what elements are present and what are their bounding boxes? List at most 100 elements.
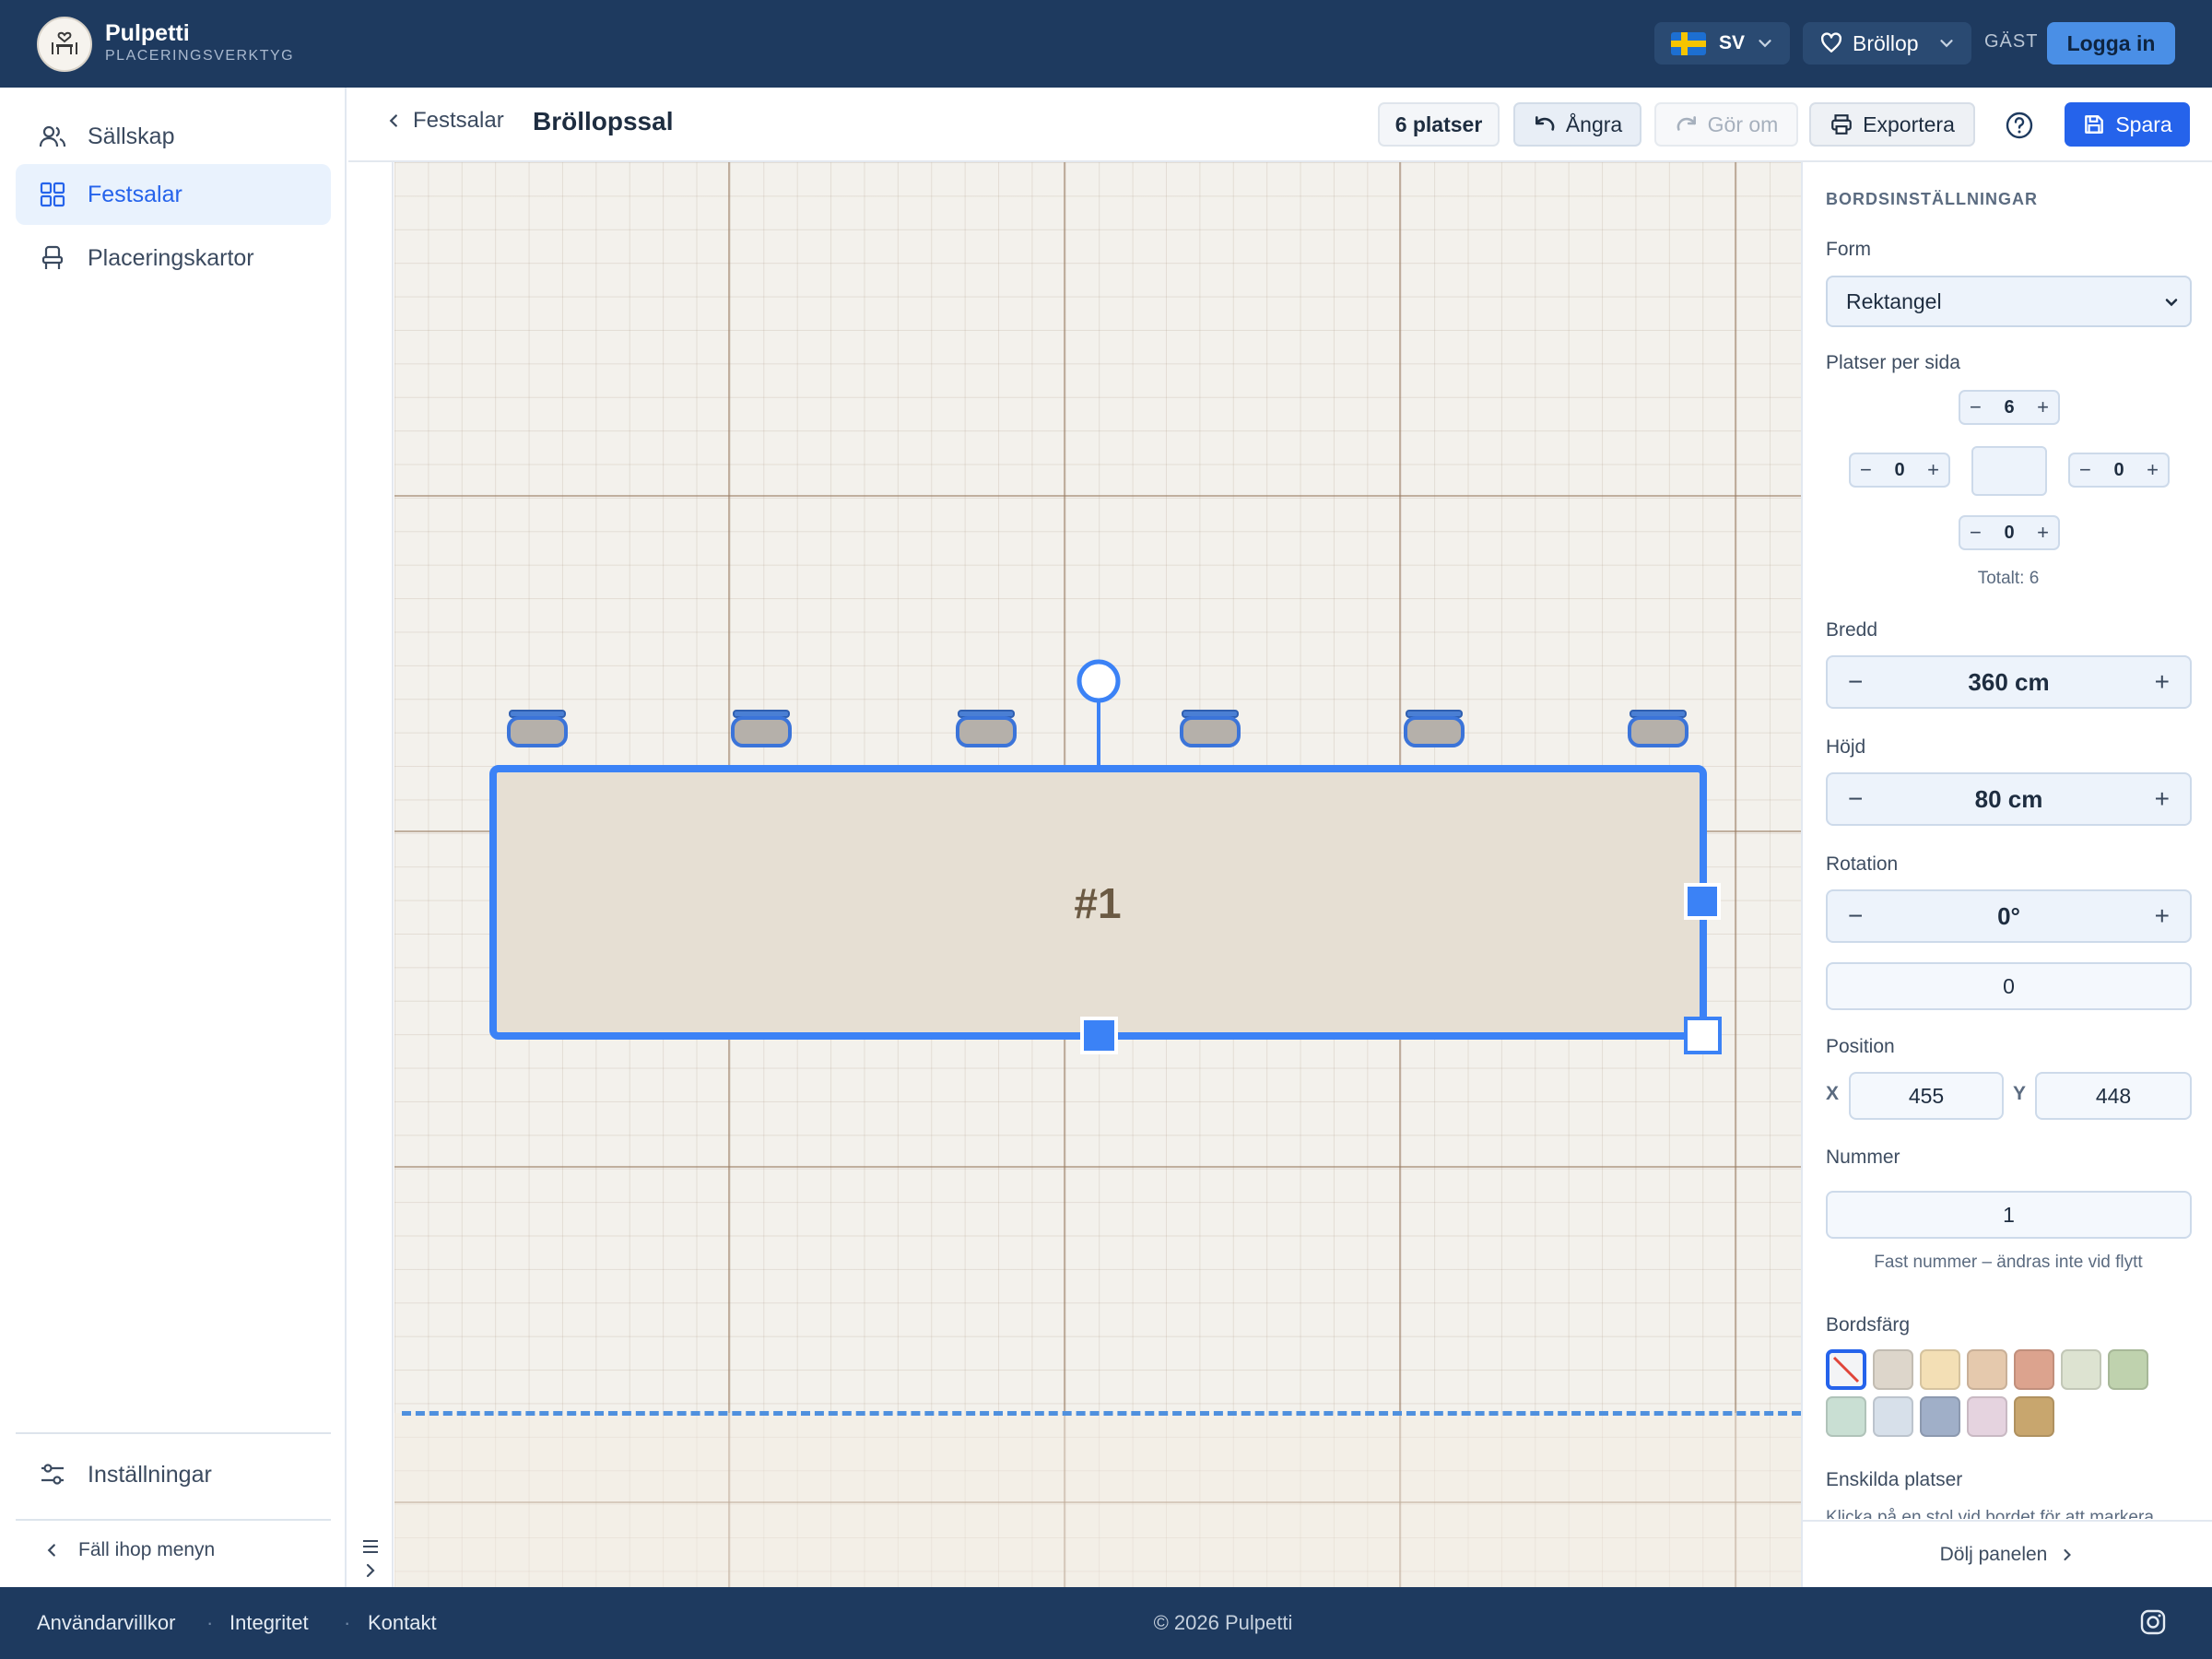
login-button[interactable]: Logga in xyxy=(2047,22,2175,65)
rotation-handle[interactable] xyxy=(1077,659,1121,703)
chevron-right-icon xyxy=(2064,1548,2072,1560)
decrement-icon[interactable]: − xyxy=(1970,395,1982,419)
chevron-down-icon xyxy=(1759,40,1771,48)
x-label: X xyxy=(1826,1083,1840,1104)
increment-icon[interactable]: + xyxy=(2155,784,2170,814)
color-swatch-none[interactable] xyxy=(1826,1349,1866,1390)
height-label: Höjd xyxy=(1826,736,1866,758)
color-swatch[interactable] xyxy=(1967,1349,2007,1390)
color-swatch[interactable] xyxy=(2108,1349,2148,1390)
sidebar-divider xyxy=(16,1432,331,1434)
color-swatch[interactable] xyxy=(1826,1396,1866,1437)
canvas-gutter xyxy=(348,162,394,1587)
color-swatch[interactable] xyxy=(1967,1396,2007,1437)
logo-icon xyxy=(52,31,77,54)
decrement-icon[interactable]: − xyxy=(1860,458,1872,482)
increment-icon[interactable]: + xyxy=(2037,395,2049,419)
hide-panel-button[interactable]: Dölj panelen xyxy=(1803,1520,2212,1587)
shape-select[interactable]: Rektangel xyxy=(1826,276,2192,327)
height-stepper[interactable]: − 80 cm + xyxy=(1826,772,2192,826)
chevron-down-icon xyxy=(1940,40,1953,48)
sidebar-item-festsalar[interactable]: Festsalar xyxy=(16,164,331,225)
redo-label: Gör om xyxy=(1707,112,1779,136)
undo-button[interactable]: Ångra xyxy=(1513,102,1641,147)
decrement-icon[interactable]: − xyxy=(1848,667,1863,697)
seats-top-stepper[interactable]: − 6 + xyxy=(1959,390,2060,425)
table-layer: #1 xyxy=(489,659,1722,1054)
chair[interactable] xyxy=(731,710,792,747)
printer-icon xyxy=(1831,114,1852,135)
individual-seats-hint: Klicka på en stol vid bordet för att mar… xyxy=(1826,1508,2154,1519)
chair[interactable] xyxy=(507,710,568,747)
users-icon xyxy=(39,125,66,147)
resize-handle-bottom[interactable] xyxy=(1080,1017,1118,1054)
back-link[interactable]: Festsalar xyxy=(383,108,504,134)
chair[interactable] xyxy=(1404,710,1465,747)
sidebar-item-label: Placeringskartor xyxy=(88,244,254,271)
chair[interactable] xyxy=(1180,710,1241,747)
increment-icon[interactable]: + xyxy=(2155,667,2170,697)
sidebar-item-label: Sällskap xyxy=(88,123,175,149)
y-label: Y xyxy=(2013,1083,2027,1104)
seats-bottom-stepper[interactable]: − 0 + xyxy=(1959,515,2060,550)
seat-count-badge: 6 platser xyxy=(1378,102,1500,147)
position-y-input[interactable]: 448 xyxy=(2035,1072,2192,1120)
increment-icon[interactable]: + xyxy=(2037,521,2049,545)
seats-left-stepper[interactable]: − 0 + xyxy=(1849,453,1950,488)
color-swatch[interactable] xyxy=(2014,1396,2054,1437)
export-button[interactable]: Exportera xyxy=(1809,102,1975,147)
logo[interactable] xyxy=(37,17,92,72)
chair[interactable] xyxy=(1628,710,1688,747)
sidebar-item-label: Inställningar xyxy=(88,1461,212,1488)
color-swatch[interactable] xyxy=(1920,1349,1960,1390)
color-swatch[interactable] xyxy=(1873,1349,1913,1390)
brand-subtitle: PLACERINGSVERKTYG xyxy=(105,48,295,64)
guest-label: GÄST xyxy=(1984,31,2039,52)
sidebar-item-placeringskartor[interactable]: Placeringskartor xyxy=(16,228,331,288)
language-code: SV xyxy=(1719,32,1746,53)
panel-toggle-icon[interactable] xyxy=(358,1530,383,1582)
increment-icon[interactable]: + xyxy=(1927,458,1939,482)
table-number-input[interactable]: 1 xyxy=(1826,1191,2192,1239)
undo-label: Ångra xyxy=(1565,112,1623,136)
redo-icon xyxy=(1677,116,1696,131)
event-type-label: Bröllop xyxy=(1853,30,1919,55)
seats-bottom-value: 0 xyxy=(2004,522,2015,543)
event-type-select[interactable]: Bröllop xyxy=(1803,22,1971,65)
settings-sliders-icon xyxy=(41,1464,64,1485)
seats-per-side-label: Platser per sida xyxy=(1826,352,1960,373)
instagram-icon[interactable] xyxy=(2139,1608,2167,1636)
increment-icon[interactable]: + xyxy=(2155,901,2170,931)
position-x-input[interactable]: 455 xyxy=(1849,1072,2004,1120)
sidebar: Sällskap Festsalar Placeringskartor Inst… xyxy=(0,88,347,1587)
color-swatch[interactable] xyxy=(1873,1396,1913,1437)
save-button[interactable]: Spara xyxy=(2065,102,2190,147)
increment-icon[interactable]: + xyxy=(2147,458,2159,482)
chair[interactable] xyxy=(956,710,1017,747)
color-swatch[interactable] xyxy=(1920,1396,1960,1437)
rotation-stepper[interactable]: − 0° + xyxy=(1826,889,2192,943)
resize-handle-corner[interactable] xyxy=(1684,1017,1722,1054)
decrement-icon[interactable]: − xyxy=(1970,521,1982,545)
panel-title: BORDSINSTÄLLNINGAR xyxy=(1826,190,2038,208)
seats-right-stepper[interactable]: − 0 + xyxy=(2068,453,2170,488)
help-icon[interactable] xyxy=(2005,111,2034,140)
floor-plan-canvas[interactable]: #1 xyxy=(394,162,1801,1587)
sidebar-item-sallskap[interactable]: Sällskap xyxy=(16,106,331,167)
decrement-icon[interactable]: − xyxy=(2079,458,2091,482)
decrement-icon[interactable]: − xyxy=(1848,901,1863,931)
decrement-icon[interactable]: − xyxy=(1848,784,1863,814)
redo-button[interactable]: Gör om xyxy=(1654,102,1798,147)
collapse-menu-button[interactable]: Fäll ihop menyn xyxy=(41,1539,215,1561)
width-value: 360 cm xyxy=(1968,667,2050,696)
width-stepper[interactable]: − 360 cm + xyxy=(1826,655,2192,709)
save-label: Spara xyxy=(2115,112,2172,136)
color-swatch[interactable] xyxy=(2061,1349,2101,1390)
language-select[interactable]: SV xyxy=(1654,22,1790,65)
heart-icon xyxy=(1820,32,1842,53)
resize-handle-right[interactable] xyxy=(1684,883,1721,920)
chevron-down-icon xyxy=(2165,299,2178,307)
color-swatch[interactable] xyxy=(2014,1349,2054,1390)
rotation-input[interactable]: 0 xyxy=(1826,962,2192,1010)
sidebar-item-installningar[interactable]: Inställningar xyxy=(16,1444,331,1505)
